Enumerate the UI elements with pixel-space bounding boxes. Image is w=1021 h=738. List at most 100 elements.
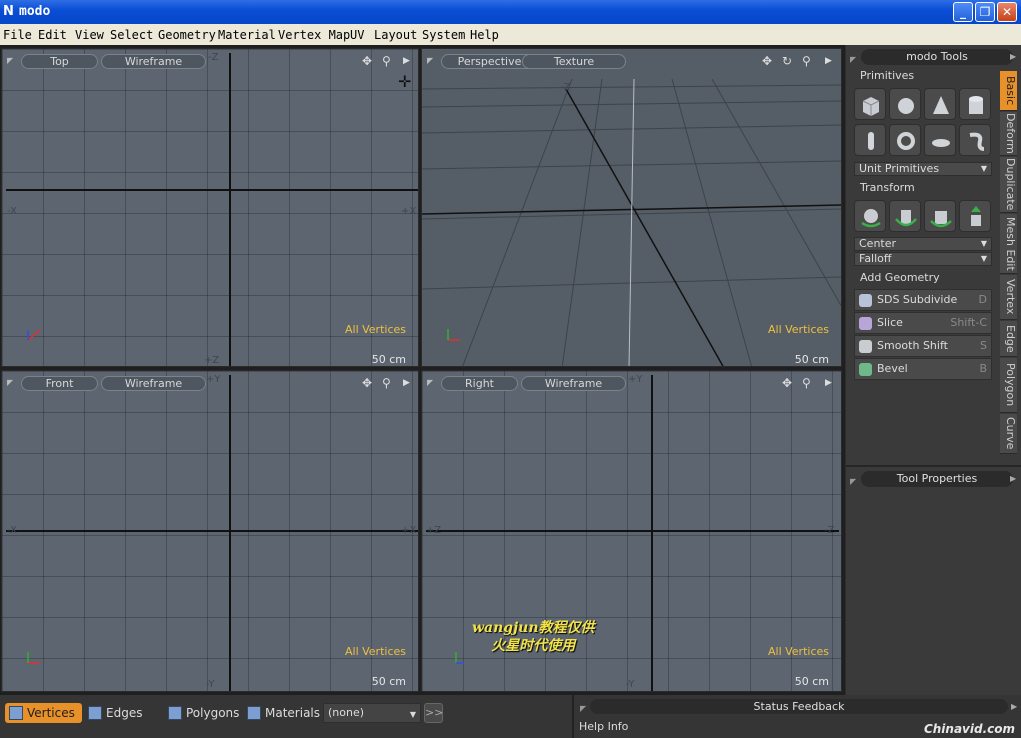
menu-edit[interactable]: Edit bbox=[38, 28, 67, 42]
viewport-menu-icon[interactable]: ◤ bbox=[7, 378, 15, 387]
axis-label-bottom: +Z bbox=[204, 355, 220, 366]
tab-mesh-edit[interactable]: Mesh Edit bbox=[1000, 214, 1017, 274]
slice-button[interactable]: Slice Shift-C bbox=[854, 312, 992, 334]
edges-label: Edges bbox=[106, 706, 143, 720]
tab-curve[interactable]: Curve bbox=[1000, 414, 1017, 454]
menu-system[interactable]: System bbox=[422, 28, 465, 42]
edges-mode-button[interactable]: Edges bbox=[84, 703, 162, 723]
watermark-text: wangjun教程仅供 火星时代使用 bbox=[472, 619, 595, 655]
minimize-button[interactable]: _ bbox=[953, 2, 973, 22]
menu-uv[interactable]: UV bbox=[350, 28, 364, 42]
center-dropdown[interactable]: Center ▼ bbox=[854, 237, 992, 251]
ellipsoid-icon[interactable] bbox=[924, 124, 956, 156]
bevel-button[interactable]: Bevel B bbox=[854, 358, 992, 380]
unit-primitives-dropdown[interactable]: Unit Primitives ▼ bbox=[854, 162, 992, 176]
panel-expand-icon[interactable]: ▶ bbox=[1011, 702, 1017, 711]
selection-mode-label: All Vertices bbox=[344, 645, 406, 658]
smooth-shift-button[interactable]: Smooth Shift S bbox=[854, 335, 992, 357]
menu-help[interactable]: Help bbox=[470, 28, 499, 42]
expand-arrow-icon[interactable]: ▶ bbox=[825, 378, 832, 388]
viewport-perspective[interactable]: ◤ Perspective Texture ✥ ↻ ⚲ ▶ -Z All Ver… bbox=[421, 48, 842, 367]
title-bar[interactable]: N modo _ ❐ ✕ bbox=[0, 0, 1021, 24]
expand-toolbar-button[interactable]: >> bbox=[424, 703, 443, 723]
tab-vertex[interactable]: Vertex bbox=[1000, 275, 1017, 320]
pan-icon[interactable]: ✥ bbox=[362, 376, 372, 390]
slice-icon bbox=[859, 317, 872, 330]
expand-arrow-icon[interactable]: ▶ bbox=[403, 56, 410, 66]
view-type-button[interactable]: Top bbox=[21, 54, 98, 69]
status-feedback-title: Status Feedback bbox=[590, 699, 1008, 714]
stretch-icon[interactable] bbox=[959, 200, 991, 232]
view-type-button[interactable]: Front bbox=[21, 376, 98, 391]
tab-polygon[interactable]: Polygon bbox=[1000, 358, 1017, 413]
panel-expand-icon[interactable]: ▶ bbox=[1010, 474, 1016, 483]
expand-arrow-icon[interactable]: ▶ bbox=[825, 56, 832, 66]
tab-basic[interactable]: Basic bbox=[1000, 71, 1017, 111]
materials-mode-button[interactable]: Materials bbox=[243, 703, 321, 723]
bevel-label: Bevel bbox=[877, 362, 908, 375]
y-axis-line bbox=[229, 375, 231, 691]
tools-panel: ◤ modo Tools ▶ Primitives Unit Primitive… bbox=[846, 45, 1021, 695]
pan-icon[interactable]: ✥ bbox=[362, 54, 372, 68]
vertices-mode-button[interactable]: Vertices bbox=[5, 703, 82, 723]
edges-icon bbox=[88, 706, 102, 720]
cylinder-icon[interactable] bbox=[959, 88, 991, 120]
viewport-menu-icon[interactable]: ◤ bbox=[427, 378, 435, 387]
panel-menu-icon[interactable]: ◤ bbox=[580, 704, 586, 713]
sphere-icon[interactable] bbox=[889, 88, 921, 120]
viewport-menu-icon[interactable]: ◤ bbox=[7, 56, 15, 65]
zoom-icon[interactable]: ⚲ bbox=[382, 376, 391, 390]
rotate-icon[interactable] bbox=[889, 200, 921, 232]
zoom-icon[interactable]: ⚲ bbox=[802, 54, 811, 68]
shading-mode-button[interactable]: Wireframe bbox=[101, 376, 206, 391]
polygons-mode-button[interactable]: Polygons bbox=[164, 703, 242, 723]
shading-mode-button[interactable]: Wireframe bbox=[521, 376, 626, 391]
zoom-icon[interactable]: ⚲ bbox=[802, 376, 811, 390]
tube-icon[interactable] bbox=[959, 124, 991, 156]
close-button[interactable]: ✕ bbox=[997, 2, 1017, 22]
restore-button[interactable]: ❐ bbox=[975, 2, 995, 22]
pan-icon[interactable]: ✥ bbox=[782, 376, 792, 390]
move-icon[interactable] bbox=[854, 200, 886, 232]
menu-vertex-map[interactable]: Vertex Map bbox=[278, 28, 350, 42]
zoom-icon[interactable]: ⚲ bbox=[382, 54, 391, 68]
viewport-area: ◤ Top Wireframe ✥ ⚲ ▶ -Z -X +X +Z All Ve… bbox=[0, 45, 845, 695]
falloff-dropdown[interactable]: Falloff ▼ bbox=[854, 252, 992, 266]
x-axis-line bbox=[6, 530, 418, 532]
perspective-grid bbox=[422, 78, 841, 366]
menu-geometry[interactable]: Geometry bbox=[158, 28, 216, 42]
viewport-front[interactable]: ◤ Front Wireframe ✥ ⚲ ▶ +Y -X +X -Y All … bbox=[1, 370, 419, 692]
menu-file[interactable]: File bbox=[3, 28, 32, 42]
menu-material[interactable]: Material bbox=[218, 28, 276, 42]
material-select-dropdown[interactable]: (none) ▼ bbox=[323, 703, 421, 723]
viewport-top[interactable]: ◤ Top Wireframe ✥ ⚲ ▶ -Z -X +X +Z All Ve… bbox=[1, 48, 419, 367]
capsule-icon[interactable] bbox=[854, 124, 886, 156]
panel-menu-icon[interactable]: ◤ bbox=[850, 55, 856, 64]
viewport-menu-icon[interactable]: ◤ bbox=[427, 56, 435, 65]
axis-gizmo-icon bbox=[27, 652, 40, 664]
rotate-view-icon[interactable]: ↻ bbox=[782, 54, 792, 68]
tab-edge[interactable]: Edge bbox=[1000, 321, 1017, 357]
axis-label-left: -X bbox=[7, 525, 17, 536]
menu-select[interactable]: Select bbox=[110, 28, 153, 42]
shading-mode-button[interactable]: Wireframe bbox=[101, 54, 206, 69]
scale-icon[interactable] bbox=[924, 200, 956, 232]
menu-view[interactable]: View bbox=[75, 28, 104, 42]
cube-icon[interactable] bbox=[854, 88, 886, 120]
panel-divider[interactable] bbox=[846, 465, 1021, 467]
shading-mode-button[interactable]: Texture bbox=[522, 54, 626, 69]
tab-duplicate[interactable]: Duplicate bbox=[1000, 157, 1017, 213]
pan-icon[interactable]: ✥ bbox=[762, 54, 772, 68]
view-type-button[interactable]: Right bbox=[441, 376, 518, 391]
tab-deform[interactable]: Deform bbox=[1000, 112, 1017, 156]
expand-arrow-icon[interactable]: ▶ bbox=[403, 378, 410, 388]
torus-icon[interactable] bbox=[889, 124, 921, 156]
panel-expand-icon[interactable]: ▶ bbox=[1010, 52, 1016, 61]
cone-icon[interactable] bbox=[924, 88, 956, 120]
shortcut-key: Shift-C bbox=[950, 316, 987, 329]
panel-menu-icon[interactable]: ◤ bbox=[850, 477, 856, 486]
chevron-down-icon: ▼ bbox=[980, 254, 987, 263]
vertices-icon bbox=[9, 706, 23, 720]
sds-subdivide-button[interactable]: SDS Subdivide D bbox=[854, 289, 992, 311]
menu-layout[interactable]: Layout bbox=[374, 28, 417, 42]
